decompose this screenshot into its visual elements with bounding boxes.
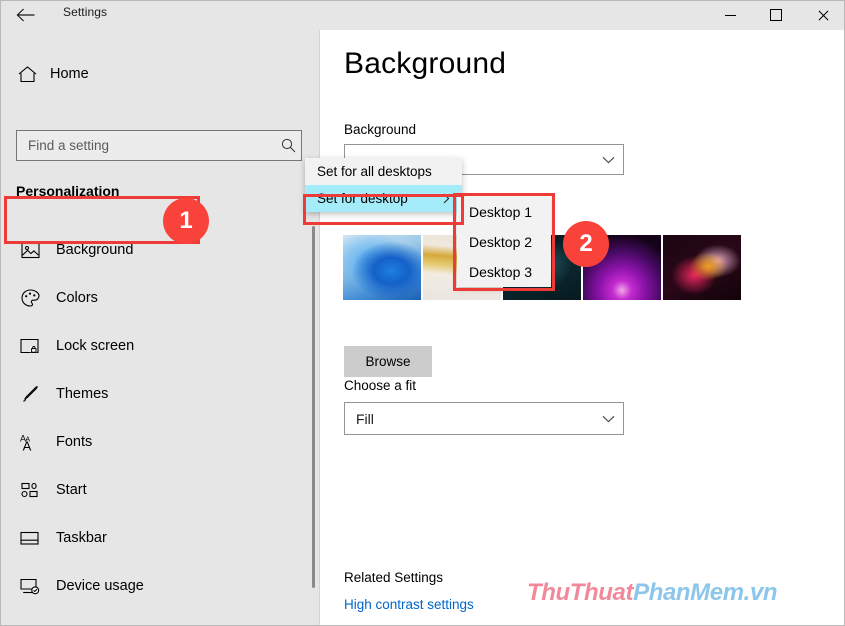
chevron-right-icon xyxy=(443,185,450,212)
submenu-item-label: Desktop 2 xyxy=(469,234,533,250)
sidebar: Home Personalization Background Colors xyxy=(0,30,320,626)
sidebar-item-colors[interactable]: Colors xyxy=(0,274,320,322)
sidebar-item-device-usage-label: Device usage xyxy=(56,578,144,594)
context-menu: Set for all desktops Set for desktop xyxy=(305,158,462,212)
sidebar-scrollbar-thumb[interactable] xyxy=(312,226,315,588)
fonts-icon: AAA xyxy=(18,433,42,451)
background-label: Background xyxy=(344,122,417,137)
sidebar-item-start-label: Start xyxy=(56,482,87,498)
sidebar-item-taskbar-label: Taskbar xyxy=(56,530,107,546)
watermark-part-3: .vn xyxy=(743,579,778,606)
search-input[interactable] xyxy=(17,137,275,154)
search-icon xyxy=(275,138,301,153)
context-menu-item-set-for-all-desktops[interactable]: Set for all desktops xyxy=(305,158,462,185)
close-button[interactable] xyxy=(799,0,845,30)
choose-a-fit-label: Choose a fit xyxy=(344,378,417,393)
maximize-button[interactable] xyxy=(753,0,799,30)
related-settings-title: Related Settings xyxy=(344,570,444,585)
picture-icon xyxy=(18,242,42,259)
minimize-icon xyxy=(724,14,736,16)
context-menu-item-label: Set for desktop xyxy=(317,191,408,206)
wallpaper-thumbnail-windows-bloom[interactable] xyxy=(343,235,421,300)
choose-a-fit-value: Fill xyxy=(356,410,374,427)
submenu-item-label: Desktop 1 xyxy=(469,204,533,220)
search-box[interactable] xyxy=(16,130,302,161)
page-title: Background xyxy=(344,47,507,80)
annotation-badge-1: 1 xyxy=(163,198,209,244)
brush-icon xyxy=(18,385,42,403)
context-menu-item-set-for-desktop[interactable]: Set for desktop xyxy=(305,185,462,212)
palette-icon xyxy=(18,289,42,307)
submenu-item-desktop-1[interactable]: Desktop 1 xyxy=(457,197,551,227)
title-bar-left-region xyxy=(0,0,320,30)
start-tiles-icon xyxy=(18,482,42,499)
sidebar-item-background[interactable]: Background xyxy=(0,226,320,274)
sidebar-item-lock-screen-label: Lock screen xyxy=(56,338,135,354)
close-icon xyxy=(817,10,828,21)
annotation-badge-2: 2 xyxy=(563,221,609,267)
submenu-item-desktop-2[interactable]: Desktop 2 xyxy=(457,227,551,257)
context-menu-item-label: Set for all desktops xyxy=(317,164,432,179)
sidebar-item-home-label: Home xyxy=(50,66,89,82)
sidebar-item-themes-label: Themes xyxy=(56,386,109,402)
browse-button[interactable]: Browse xyxy=(344,346,432,377)
watermark-part-2: PhanMem xyxy=(633,579,744,606)
choose-a-fit-dropdown[interactable]: Fill xyxy=(344,402,624,435)
context-submenu-desktops: Desktop 1 Desktop 2 Desktop 3 xyxy=(457,197,551,287)
chevron-down-icon xyxy=(593,415,623,423)
sidebar-item-fonts-label: Fonts xyxy=(56,434,93,450)
sidebar-item-background-label: Background xyxy=(56,242,134,258)
title-bar: Settings xyxy=(0,0,845,30)
sidebar-item-lock-screen[interactable]: Lock screen xyxy=(0,322,320,370)
settings-window: Settings Home Personalization xyxy=(0,0,845,626)
high-contrast-settings-link[interactable]: High contrast settings xyxy=(344,597,474,612)
window-title: Settings xyxy=(63,5,108,19)
sidebar-item-colors-label: Colors xyxy=(56,290,98,306)
maximize-icon xyxy=(770,9,782,21)
submenu-item-label: Desktop 3 xyxy=(469,264,533,280)
sidebar-item-fonts[interactable]: AAA Fonts xyxy=(0,418,320,466)
sidebar-item-themes[interactable]: Themes xyxy=(0,370,320,418)
sidebar-section-title: Personalization xyxy=(16,183,120,199)
sidebar-item-device-usage[interactable]: Device usage xyxy=(0,562,320,610)
device-usage-icon xyxy=(18,578,42,595)
window-controls xyxy=(707,0,845,30)
lock-screen-icon xyxy=(18,338,42,355)
sidebar-item-taskbar[interactable]: Taskbar xyxy=(0,514,320,562)
sidebar-item-start[interactable]: Start xyxy=(0,466,320,514)
chevron-down-icon xyxy=(593,156,623,164)
watermark-part-1: ThuThuat xyxy=(527,579,634,606)
submenu-item-desktop-3[interactable]: Desktop 3 xyxy=(457,257,551,287)
home-icon xyxy=(16,65,38,83)
wallpaper-thumbnail-colorful-flower[interactable] xyxy=(663,235,741,300)
minimize-button[interactable] xyxy=(707,0,753,30)
taskbar-icon xyxy=(18,531,42,546)
back-arrow-icon[interactable] xyxy=(12,4,38,26)
svg-text:A: A xyxy=(22,438,31,451)
main-content: Background Background Browse Choose a fi… xyxy=(320,30,844,626)
watermark: ThuThuatPhanMem.vn xyxy=(527,579,778,607)
sidebar-nav: Background Colors Lock screen Themes A A… xyxy=(0,226,320,610)
sidebar-item-home[interactable]: Home xyxy=(0,56,300,92)
